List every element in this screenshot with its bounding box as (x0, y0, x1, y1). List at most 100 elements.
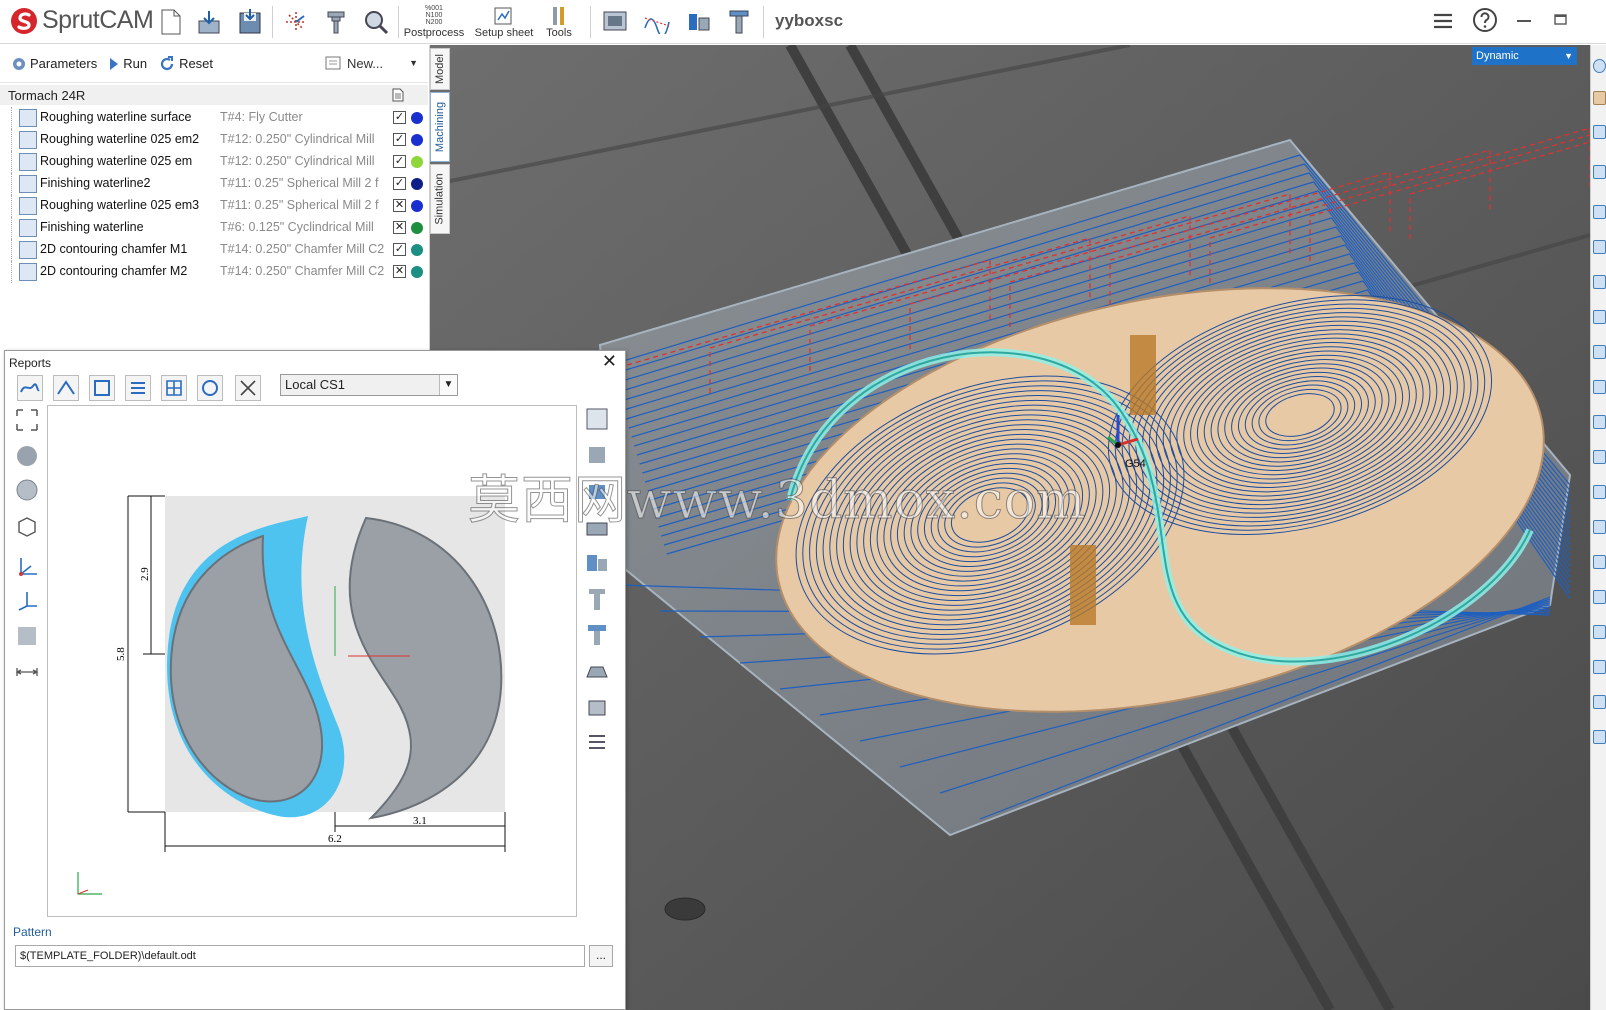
machine-report-icon[interactable] (583, 657, 611, 685)
postprocess-button[interactable]: %001 N100 N200 Postprocess (402, 0, 466, 44)
axes-icon[interactable] (13, 552, 41, 580)
coordinate-system-select[interactable]: Local CS1 ▼ (280, 374, 458, 396)
tab-simulation[interactable]: Simulation (430, 164, 450, 234)
cs-axes-icon[interactable] (13, 586, 41, 614)
open-file-button[interactable] (195, 0, 223, 44)
new-operation-button[interactable]: New... ▼ (325, 55, 418, 71)
operation-color-swatch[interactable] (411, 244, 423, 256)
tool-holder-button[interactable] (322, 0, 350, 44)
operation-visibility-checkbox[interactable]: ✓ (393, 111, 406, 124)
new-operation-label: New... (346, 55, 384, 71)
view-top-icon[interactable] (1593, 205, 1606, 219)
filter-3-icon[interactable] (1593, 590, 1606, 604)
operation-row[interactable]: Finishing waterline T#6: 0.125" Cyclindri… (0, 217, 428, 239)
inspect-button[interactable] (362, 0, 390, 44)
setup-icon[interactable] (583, 693, 611, 721)
parameters-button[interactable]: Parameters (12, 56, 97, 71)
operation-color-swatch[interactable] (411, 156, 423, 168)
operation-row[interactable]: 2D contouring chamfer M1 T#14: 0.250" Cha… (0, 239, 428, 261)
shaded-view-icon[interactable] (13, 442, 41, 470)
delete-report-button[interactable] (235, 375, 261, 401)
workpiece-view-icon[interactable] (583, 549, 611, 577)
workpiece-view-button[interactable] (685, 0, 713, 44)
machine-view-button[interactable] (601, 0, 629, 44)
toolpath-view-button[interactable] (643, 0, 671, 44)
operation-visibility-checkbox[interactable]: ✓ (393, 243, 406, 256)
browse-button[interactable]: ... (589, 945, 613, 967)
operation-tool: T#11: 0.25" Spherical Mill 2 f (220, 198, 379, 212)
restore-icon[interactable] (1554, 13, 1568, 25)
operation-row[interactable]: Finishing waterline2 T#11: 0.25" Spherica… (0, 173, 428, 195)
dimension-icon[interactable] (13, 658, 41, 686)
holder-icon[interactable] (583, 621, 611, 649)
operation-row[interactable]: Roughing waterline surface T#4: Fly Cutte… (0, 107, 428, 129)
filter-2-icon[interactable] (1593, 555, 1606, 569)
tools-button[interactable]: Tools (542, 0, 576, 44)
tool-view-button[interactable] (725, 0, 753, 44)
machine-node[interactable]: Tormach 24R (0, 85, 428, 105)
report-type-3-button[interactable] (89, 375, 115, 401)
filter-6-icon[interactable] (1593, 695, 1606, 709)
report-type-4-button[interactable] (125, 375, 151, 401)
view-front-icon[interactable] (1593, 165, 1606, 179)
operation-row[interactable]: Roughing waterline 025 em3 T#11: 0.25" Sp… (0, 195, 428, 217)
pattern-input[interactable]: $(TEMPLATE_FOLDER)\default.odt (15, 945, 585, 967)
view-right-icon[interactable] (1593, 275, 1606, 289)
operation-visibility-checkbox[interactable]: ✕ (393, 199, 406, 212)
operation-name: 2D contouring chamfer M2 (40, 264, 188, 278)
filter-4-icon[interactable] (1593, 625, 1606, 639)
view-icon[interactable] (1593, 125, 1606, 139)
report-type-2-button[interactable] (53, 375, 79, 401)
right-toolbar (1590, 45, 1606, 1010)
operation-color-swatch[interactable] (411, 266, 423, 278)
filter-7-icon[interactable] (1593, 730, 1606, 744)
help-icon[interactable] (1472, 7, 1498, 33)
setup-sheet-button[interactable]: Setup sheet (474, 0, 534, 44)
report-type-5-button[interactable] (161, 375, 187, 401)
fit-view-icon[interactable] (13, 406, 41, 434)
operation-row[interactable]: 2D contouring chamfer M2 T#14: 0.250" Cha… (0, 261, 428, 283)
operation-color-swatch[interactable] (411, 112, 423, 124)
view-back-icon[interactable] (1593, 310, 1606, 324)
tab-model[interactable]: Model (430, 48, 450, 90)
minimize-icon[interactable] (1517, 19, 1531, 23)
operation-row[interactable]: Roughing waterline 025 em2 T#12: 0.250" C… (0, 129, 428, 151)
menu-icon[interactable] (1433, 13, 1453, 29)
run-button[interactable]: Run (109, 56, 147, 71)
view-mode-dropdown[interactable]: Dynamic ▼ (1472, 47, 1577, 65)
operation-row[interactable]: Roughing waterline 025 em T#12: 0.250" Cy… (0, 151, 428, 173)
tool-icon[interactable] (583, 585, 611, 613)
view-iso-icon[interactable] (1593, 380, 1606, 394)
save-file-button[interactable] (236, 0, 264, 44)
view-left-icon[interactable] (1593, 240, 1606, 254)
operation-color-swatch[interactable] (411, 178, 423, 190)
report-type-1-button[interactable] (17, 375, 43, 401)
filter-5-icon[interactable] (1593, 660, 1606, 674)
operation-color-swatch[interactable] (411, 200, 423, 212)
globe-icon[interactable] (1593, 59, 1606, 73)
axis-icon[interactable] (1593, 485, 1606, 499)
operation-visibility-checkbox[interactable]: ✓ (393, 155, 406, 168)
section-icon[interactable] (1593, 450, 1606, 464)
reset-button[interactable]: Reset (159, 55, 213, 72)
report-type-6-button[interactable] (197, 375, 223, 401)
document-icon[interactable] (392, 88, 404, 102)
operation-visibility-checkbox[interactable]: ✓ (393, 177, 406, 190)
plane-icon[interactable] (13, 622, 41, 650)
view-fit-icon[interactable] (1593, 415, 1606, 429)
operation-color-swatch[interactable] (411, 134, 423, 146)
operation-visibility-checkbox[interactable]: ✓ (393, 133, 406, 146)
layout-icon[interactable] (583, 405, 611, 433)
cs-button[interactable] (282, 0, 310, 44)
operation-visibility-checkbox[interactable]: ✕ (393, 265, 406, 278)
operation-color-swatch[interactable] (411, 222, 423, 234)
sphere-view-icon[interactable] (13, 476, 41, 504)
tab-machining[interactable]: Machining (430, 92, 450, 162)
filter-icon[interactable] (1593, 520, 1606, 534)
operation-visibility-checkbox[interactable]: ✕ (393, 221, 406, 234)
operations-report-icon[interactable] (583, 729, 611, 757)
view-bottom-icon[interactable] (1593, 345, 1606, 359)
part-icon[interactable] (1593, 91, 1606, 105)
new-file-button[interactable] (157, 0, 185, 44)
box-view-icon[interactable] (13, 512, 41, 540)
